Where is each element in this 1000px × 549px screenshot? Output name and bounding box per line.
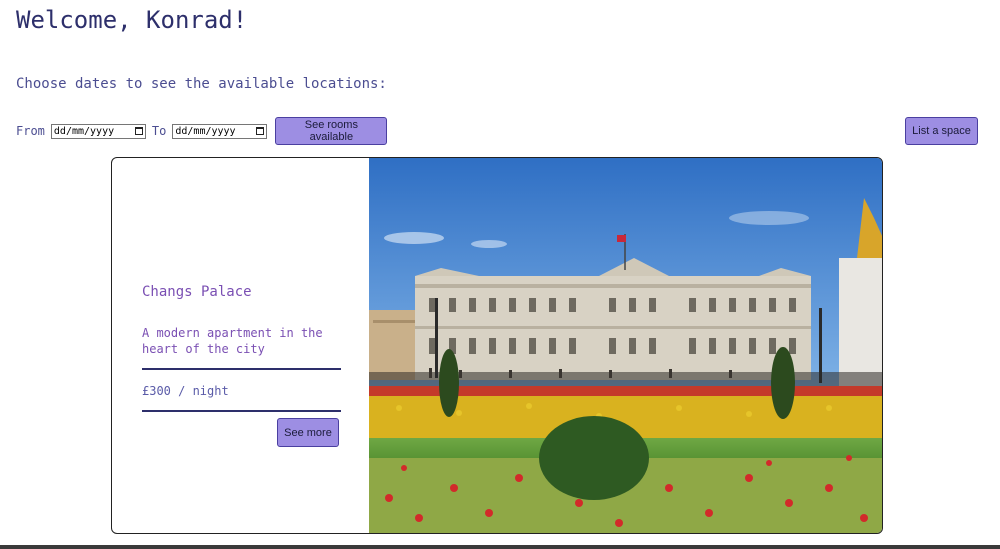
see-rooms-button[interactable]: See rooms available: [275, 117, 388, 145]
divider: [142, 410, 341, 412]
from-date-placeholder: dd/mm/yyyy: [53, 125, 115, 137]
listing-description: A modern apartment in the heart of the c…: [142, 326, 323, 356]
listing-price: £300 / night: [142, 384, 229, 398]
see-more-button[interactable]: See more: [277, 418, 339, 447]
divider: [142, 368, 341, 370]
to-label: To: [151, 124, 167, 138]
listing-info: Changs Palace A modern apartment in the …: [112, 158, 370, 533]
listing-card: Changs Palace A modern apartment in the …: [111, 157, 883, 534]
from-label: From: [16, 124, 45, 138]
palace-photo: [369, 158, 882, 533]
from-date-input[interactable]: dd/mm/yyyy: [50, 123, 146, 139]
listing-title: Changs Palace: [142, 284, 252, 300]
list-space-button[interactable]: List a space: [905, 117, 978, 145]
to-date-input[interactable]: dd/mm/yyyy: [172, 123, 268, 139]
date-search-form: From dd/mm/yyyy To dd/mm/yyyy See rooms …: [16, 117, 388, 145]
choose-dates-text: Choose dates to see the available locati…: [16, 76, 387, 92]
calendar-icon[interactable]: [256, 127, 265, 135]
calendar-icon[interactable]: [134, 127, 143, 135]
welcome-heading: Welcome, Konrad!: [16, 6, 248, 34]
to-date-placeholder: dd/mm/yyyy: [175, 125, 236, 137]
taskbar-strip: [0, 545, 1000, 549]
